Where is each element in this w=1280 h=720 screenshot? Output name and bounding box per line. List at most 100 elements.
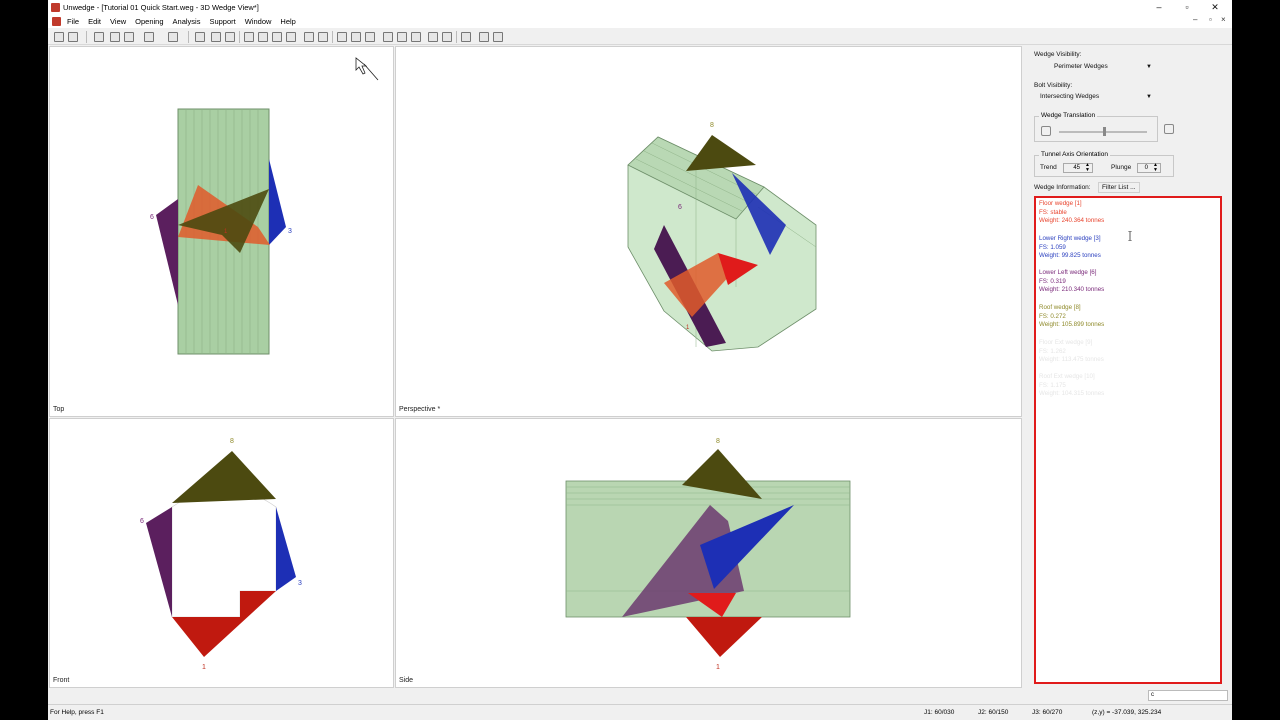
label-8: 8 [716,438,720,445]
status-help-text: For Help, press F1 [50,709,104,716]
zoom-all-icon[interactable] [286,32,296,42]
translate-wedge-icon[interactable] [1041,126,1051,136]
new-icon[interactable] [54,32,64,42]
toolbar-separator [188,31,189,43]
save-icon[interactable] [94,32,104,42]
select-icon[interactable] [304,32,314,42]
top-viewport[interactable]: 6 3 1 Top [49,46,394,417]
front-view-drawing: 8 6 3 1 [140,438,302,671]
wedge-grid-icon[interactable] [337,32,347,42]
zoom-window-icon[interactable] [272,32,282,42]
menu-support[interactable]: Support [209,17,235,26]
translation-slider-thumb[interactable] [1103,127,1106,136]
list-item[interactable]: Roof wedge [8] FS: 0.272 Weight: 105.899… [1039,304,1104,330]
side-viewport[interactable]: 8 1 Side [395,418,1022,688]
perspective-viewport[interactable]: 8 6 3 1 Perspective * [395,46,1022,417]
plunge-stepper[interactable]: 0 ▲ ▼ [1137,163,1161,173]
label-6: 6 [678,204,682,211]
list-item[interactable]: Floor wedge [1] FS: stable Weight: 240.3… [1039,200,1104,226]
restore-button[interactable]: ▫ [1176,1,1198,13]
analysis-icon[interactable] [428,32,438,42]
minimize-button[interactable]: – [1148,1,1170,13]
status-joint-1: J1: 60/030 [924,709,955,716]
label-1: 1 [202,664,206,671]
refresh-icon[interactable] [461,32,471,42]
lower-right-wedge [276,507,296,591]
front-viewport[interactable]: 8 6 3 1 Front [49,418,394,688]
wedge-translation-title: Wedge Translation [1039,112,1098,119]
pressure-icon[interactable] [411,32,421,42]
reset-translation-icon[interactable] [1164,124,1174,134]
rotate-icon[interactable] [318,32,328,42]
label-3: 3 [298,580,302,587]
plunge-label: Plunge [1111,164,1132,171]
viewport-label-top: Top [53,406,65,413]
close-button[interactable]: ✕ [1204,1,1226,13]
wedge-weight: Weight: 210.340 tonnes [1039,286,1105,293]
tunnel-axis-title: Tunnel Axis Orientation [1039,151,1110,158]
command-input[interactable]: c [1148,690,1228,701]
zoom-in-icon[interactable] [244,32,254,42]
layout-icon[interactable] [493,32,503,42]
print-preview-icon[interactable] [110,32,120,42]
wedge-weight: Weight: 105.899 tonnes [1039,321,1105,328]
menu-file[interactable]: File [67,17,79,26]
list-item[interactable]: Floor Ext wedge [9] FS: 1.262 Weight: 11… [1039,339,1104,365]
wedge-name: Floor Ext wedge [9] [1039,339,1093,346]
menu-view[interactable]: View [110,17,126,26]
wedge-fs: FS: 1.262 [1039,347,1066,355]
perspective-view-drawing: 8 6 3 1 [627,122,817,352]
label-3: 3 [288,228,292,235]
status-joint-2: J2: 60/150 [978,709,1009,716]
copy-icon[interactable] [195,32,205,42]
doc-restore-button[interactable]: ▫ [1209,15,1212,24]
list-item[interactable]: Roof Ext wedge [10] FS: 1.175 Weight: 10… [1039,373,1104,399]
print-icon[interactable] [124,32,134,42]
bolt-visibility-label: Bolt Visibility: [1034,82,1073,89]
wedge-visibility-select[interactable]: Perimeter Wedges ▼ [1040,61,1156,73]
menu-list: File Edit View Opening Analysis Support … [67,17,296,26]
wedge-view-icon[interactable] [351,32,361,42]
info-icon[interactable] [442,32,452,42]
chevron-down-icon: ▼ [1146,94,1152,100]
open-icon[interactable] [68,32,78,42]
wedge-information-list: Floor wedge [1] FS: stable Weight: 240.3… [1034,196,1222,684]
menu-edit[interactable]: Edit [88,17,101,26]
zoom-out-icon[interactable] [258,32,268,42]
menu-window[interactable]: Window [245,17,272,26]
app-icon [51,3,60,12]
window-title: Unwedge - [Tutorial 01 Quick Start.weg -… [63,3,259,12]
doc-close-button[interactable]: × [1221,15,1226,24]
wedge-name: Roof Ext wedge [10] [1039,373,1095,380]
spin-arrows-icon: ▲ ▼ [1153,162,1158,173]
bolt-icon[interactable] [383,32,393,42]
wedge-visibility-label: Wedge Visibility: [1034,51,1082,58]
bolt-visibility-select[interactable]: Intersecting Wedges ▼ [1034,91,1156,103]
chart-icon[interactable] [225,32,235,42]
wedge-weight: Weight: 113.475 tonnes [1039,356,1104,363]
trend-value: 45 [1073,165,1080,171]
label-3: 3 [770,242,774,249]
roof-wedge [686,135,756,171]
support-icon[interactable] [365,32,375,42]
doc-minimize-button[interactable]: – [1193,15,1197,24]
menu-opening[interactable]: Opening [135,17,163,26]
shotcrete-icon[interactable] [397,32,407,42]
wedge-translation-group: Wedge Translation [1034,112,1158,142]
tile-icon[interactable] [479,32,489,42]
trend-stepper[interactable]: 45 ▲ ▼ [1063,163,1093,173]
bolt-visibility-value: Intersecting Wedges [1040,93,1100,100]
layers-icon[interactable] [211,32,221,42]
undo-icon[interactable] [144,32,154,42]
list-item[interactable]: Lower Right wedge [3] FS: 1.059 Weight: … [1039,235,1101,261]
redo-icon[interactable] [168,32,178,42]
wedge-sidebar: Wedge Visibility: Perimeter Wedges ▼ Bol… [1028,46,1232,688]
unwedge-app: Unwedge - [Tutorial 01 Quick Start.weg -… [48,0,1232,720]
filter-list-button[interactable]: Filter List ... [1098,182,1140,193]
menu-help[interactable]: Help [280,17,295,26]
viewport-label-perspective: Perspective * [399,406,441,413]
lower-left-wedge [146,507,172,617]
wedge-weight: Weight: 99.825 tonnes [1039,252,1101,259]
menu-analysis[interactable]: Analysis [173,17,201,26]
list-item[interactable]: Lower Left wedge [6] FS: 0.319 Weight: 2… [1039,269,1104,295]
